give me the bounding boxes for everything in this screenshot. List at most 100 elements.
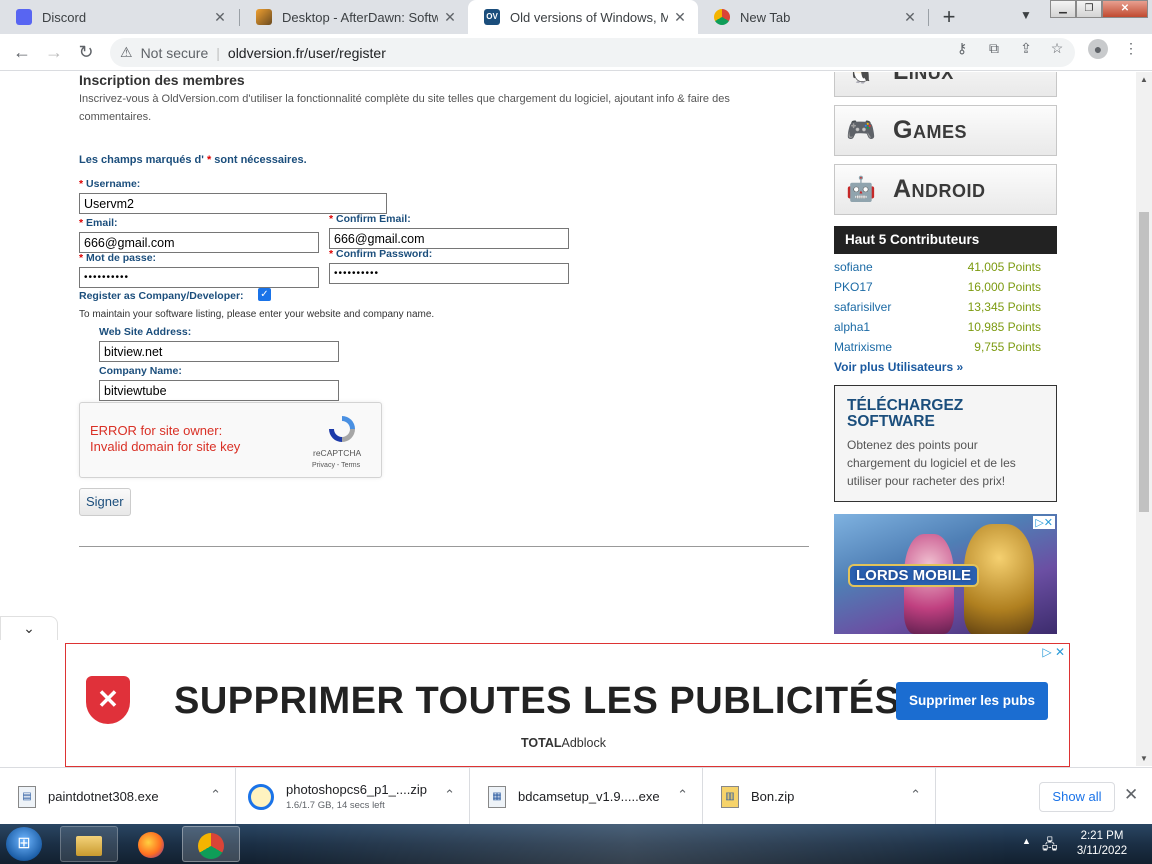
adblock-ad-banner[interactable]: ✕ SUPPRIMER TOUTES LES PUBLICITÉS TOTALA… — [65, 643, 1070, 767]
scroll-down-icon[interactable]: ▼ — [1140, 754, 1148, 763]
profile-avatar-icon[interactable]: ● — [1088, 39, 1108, 59]
ad-choices-icon[interactable]: ▷ ✕ — [1042, 645, 1065, 659]
scrollbar-thumb[interactable] — [1139, 212, 1149, 512]
reload-icon[interactable]: ↻ — [74, 40, 98, 64]
taskbar-background — [250, 824, 1010, 864]
password-label-text: Mot de passe: — [86, 252, 157, 264]
tab-close-icon[interactable]: ✕ — [208, 9, 232, 26]
more-users-link[interactable]: Voir plus Utilisateurs » — [834, 360, 963, 374]
tab-new-tab[interactable]: New Tab ✕ — [698, 0, 928, 34]
tab-afterdawn[interactable]: Desktop - AfterDawn: Software ✕ — [240, 0, 468, 34]
warning-icon: ⚠ — [120, 44, 133, 60]
share-icon[interactable]: ⇪ — [1017, 40, 1035, 57]
confirm-email-label-text: Confirm Email: — [336, 213, 411, 225]
contributors-heading: Haut 5 Contributeurs — [834, 226, 1057, 254]
firefox-icon[interactable] — [122, 826, 180, 862]
remove-ads-button[interactable]: Supprimer les pubs — [896, 682, 1048, 720]
contributor-row: sofiane 41,005 Points — [834, 260, 1041, 274]
file-explorer-icon[interactable] — [60, 826, 118, 862]
discord-icon — [16, 9, 32, 25]
contributor-row: PKO17 16,000 Points — [834, 280, 1041, 294]
recaptcha-logo-icon — [329, 416, 355, 442]
website-field[interactable] — [99, 341, 339, 362]
download-progress-text: 1.6/1.7 GB, 14 secs left — [286, 800, 385, 811]
address-bar[interactable]: ⚠ Not secure | oldversion.fr/user/regist… — [110, 38, 1075, 67]
url-text[interactable]: oldversion.fr/user/register — [228, 45, 386, 61]
required-fields-note: Les champs marqués d' * sont nécessaires… — [79, 154, 307, 166]
tab-close-icon[interactable]: ✕ — [898, 9, 922, 26]
show-all-button[interactable]: Show all — [1039, 782, 1115, 812]
translate-icon[interactable]: ⧉ — [985, 40, 1003, 57]
tray-expand-icon[interactable]: ▲ — [1022, 836, 1031, 846]
chevron-up-icon[interactable]: ⌃ — [444, 787, 455, 803]
tab-title: Discord — [42, 9, 87, 25]
download-software-box[interactable]: TÉLÉCHARGEZ SOFTWARE Obtenez des points … — [834, 385, 1057, 502]
confirm-password-field[interactable] — [329, 263, 569, 284]
terms-link[interactable]: Terms — [341, 462, 360, 469]
network-icon[interactable]: 🖧 — [1042, 834, 1058, 858]
recaptcha-widget[interactable]: ERROR for site owner: Invalid domain for… — [79, 402, 382, 478]
password-field[interactable] — [79, 267, 319, 288]
contributor-points: 16,000 Points — [967, 280, 1041, 294]
download-item[interactable]: ▦ bdcamsetup_v1.9.....exe ⌃ — [470, 768, 703, 825]
ad-choices-icon[interactable]: ▷✕ — [1033, 516, 1055, 529]
confirm-email-field[interactable] — [329, 228, 569, 249]
key-icon[interactable]: ⚷ — [953, 40, 971, 57]
contributor-name[interactable]: alpha1 — [834, 320, 870, 334]
contributor-name[interactable]: safarisilver — [834, 300, 891, 314]
forward-arrow-icon[interactable]: → — [42, 40, 66, 64]
download-item[interactable]: ▤ paintdotnet308.exe ⌃ — [0, 768, 236, 825]
recaptcha-brand: reCAPTCHA — [313, 448, 362, 458]
download-item[interactable]: ▥ Bon.zip ⌃ — [703, 768, 936, 825]
vertical-scrollbar[interactable]: ▲ ▼ — [1136, 72, 1152, 766]
company-name-field[interactable] — [99, 380, 339, 401]
tab-close-icon[interactable]: ✕ — [668, 9, 692, 26]
scroll-up-icon[interactable]: ▲ — [1140, 75, 1148, 84]
chevron-down-icon[interactable]: ▼ — [1016, 8, 1036, 28]
chrome-taskbar-icon[interactable] — [182, 826, 240, 862]
start-button-windows-icon[interactable]: ⊞ — [6, 827, 42, 861]
game-ad-banner[interactable]: LORDS MOBILE ▷✕ — [834, 514, 1057, 637]
divider — [79, 546, 809, 547]
security-label[interactable]: Not secure — [141, 45, 209, 61]
download-item-in-progress[interactable]: photoshopcs6_p1_....zip 1.6/1.7 GB, 14 s… — [236, 768, 470, 825]
confirm-password-label: * Confirm Password: — [329, 248, 433, 260]
confirm-email-label: * Confirm Email: — [329, 213, 411, 225]
company-note: To maintain your software listing, pleas… — [79, 309, 435, 320]
email-field[interactable] — [79, 232, 319, 253]
chevron-up-icon[interactable]: ⌃ — [210, 787, 221, 803]
contributor-name[interactable]: Matrixisme — [834, 340, 892, 354]
tab-oldversion[interactable]: OV Old versions of Windows, Mac ✕ — [468, 0, 698, 34]
download-filename: photoshopcs6_p1_....zip — [286, 782, 427, 797]
collapse-ad-chevron-icon[interactable]: ⌄ — [0, 616, 58, 640]
bookmark-star-icon[interactable]: ☆ — [1048, 40, 1066, 57]
submit-button[interactable]: Signer — [79, 488, 131, 516]
contributor-name[interactable]: PKO17 — [834, 280, 873, 294]
chevron-up-icon[interactable]: ⌃ — [910, 787, 921, 803]
close-icon[interactable]: ✕ — [1124, 785, 1138, 805]
os-name: Linux — [893, 72, 954, 86]
back-arrow-icon[interactable]: ← — [10, 40, 34, 64]
new-tab-button[interactable]: + — [936, 5, 962, 31]
os-button-android[interactable]: 🤖 Android — [834, 164, 1057, 215]
download-filename: Bon.zip — [751, 789, 795, 804]
tab-close-icon[interactable]: ✕ — [438, 9, 462, 26]
ad-brand-rest: Adblock — [561, 736, 606, 750]
menu-dots-icon[interactable]: ⋮ — [1122, 40, 1140, 57]
recaptcha-error: ERROR for site owner: Invalid domain for… — [90, 423, 240, 455]
contributor-name[interactable]: sofiane — [834, 260, 873, 274]
company-developer-checkbox[interactable]: ✓ — [258, 288, 271, 301]
minimize-button[interactable]: ▁ — [1050, 0, 1076, 18]
exe-file-icon: ▤ — [18, 785, 36, 808]
chevron-up-icon[interactable]: ⌃ — [677, 787, 688, 803]
restore-button[interactable]: ❐ — [1076, 0, 1102, 18]
download-filename: paintdotnet308.exe — [48, 789, 159, 804]
privacy-link[interactable]: Privacy — [312, 462, 335, 469]
system-clock[interactable]: 2:21 PM 3/11/2022 — [1070, 829, 1134, 859]
close-window-button[interactable]: ✕ — [1102, 0, 1148, 18]
os-button-games[interactable]: 🎮 Games — [834, 105, 1057, 156]
tab-discord[interactable]: Discord ✕ — [0, 0, 238, 34]
os-button-linux[interactable]: 🐧 Linux — [834, 72, 1057, 97]
os-name: Games — [893, 116, 967, 144]
username-field[interactable] — [79, 193, 387, 214]
